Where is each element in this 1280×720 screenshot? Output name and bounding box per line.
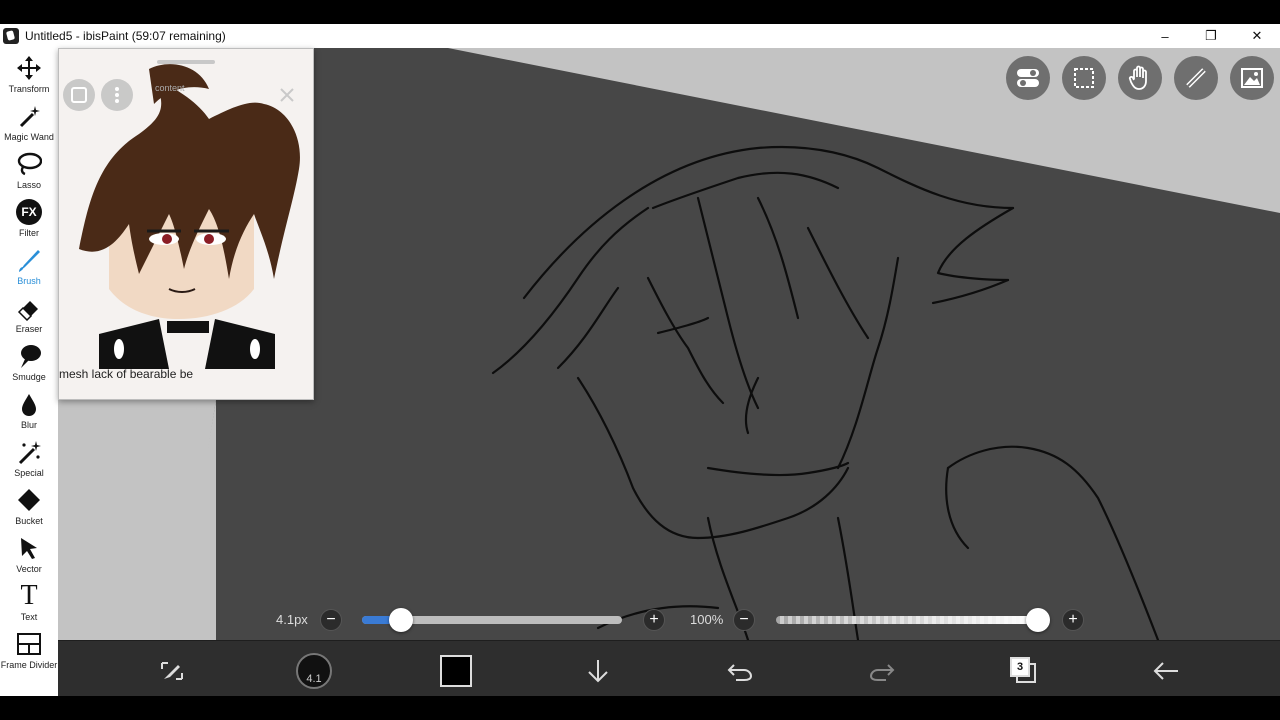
size-decrease-button[interactable]: −: [320, 609, 342, 631]
opacity-label: 100%: [690, 612, 724, 627]
maximize-button[interactable]: ❐: [1188, 24, 1234, 48]
tool-label: Magic Wand: [4, 132, 54, 142]
opacity-increase-button[interactable]: +: [1062, 609, 1084, 631]
layers-icon: 3: [1010, 657, 1038, 685]
tool-label: Filter: [19, 228, 39, 238]
close-icon: [280, 88, 294, 102]
window-title: Untitled5 - ibisPaint (59:07 remaining): [25, 29, 226, 43]
reference-image-button[interactable]: [1230, 56, 1274, 100]
reference-window[interactable]: content mesh lack of bearable be: [58, 48, 314, 400]
close-button[interactable]: ✕: [1234, 24, 1280, 48]
reference-menu-button[interactable]: [101, 79, 133, 111]
ruler-button[interactable]: [1174, 56, 1218, 100]
tool-special[interactable]: Special: [0, 432, 58, 480]
tool-smudge[interactable]: Smudge: [0, 336, 58, 384]
tool-lasso[interactable]: Lasso: [0, 144, 58, 192]
letterbox-top: [0, 0, 1280, 24]
tool-sidebar: Transform Magic Wand Lasso FX Filter Bru…: [0, 48, 58, 696]
layers-button[interactable]: 3: [1006, 653, 1042, 689]
more-vertical-icon: [115, 87, 119, 103]
tool-bucket[interactable]: Bucket: [0, 480, 58, 528]
brush-swap-icon: [161, 662, 183, 680]
tool-label: Bucket: [15, 516, 43, 526]
toggle-settings-button[interactable]: [1006, 56, 1050, 100]
text-icon: T: [14, 581, 44, 611]
layer-count-badge: 3: [1010, 657, 1030, 677]
lasso-icon: [14, 149, 44, 179]
image-icon: [1241, 68, 1263, 88]
square-icon: [71, 87, 87, 103]
tool-label: Eraser: [15, 324, 43, 334]
tool-brush[interactable]: Brush: [0, 240, 58, 288]
blur-drop-icon: [14, 389, 44, 419]
opacity-slider-track[interactable]: [776, 616, 1038, 624]
selection-button[interactable]: [1062, 56, 1106, 100]
opacity-slider-thumb[interactable]: [1026, 608, 1050, 632]
color-button[interactable]: [438, 653, 474, 689]
special-wand-icon: [14, 437, 44, 467]
tool-label: Frame Divider: [0, 660, 58, 670]
fx-icon: FX: [14, 197, 44, 227]
brush-size-badge: 4.1: [296, 653, 332, 689]
layer-down-button[interactable]: [580, 653, 616, 689]
bottom-toolbar: 4.1 3: [58, 640, 1280, 696]
brush-size-label: 4.1px: [276, 612, 308, 627]
opacity-decrease-button[interactable]: −: [733, 609, 755, 631]
back-button[interactable]: [1148, 653, 1184, 689]
tool-frame-divider[interactable]: Frame Divider: [0, 624, 58, 672]
tool-magic-wand[interactable]: Magic Wand: [0, 96, 58, 144]
title-bar: Untitled5 - ibisPaint (59:07 remaining) …: [0, 24, 1280, 48]
arrow-down-icon: [588, 660, 608, 683]
tool-filter[interactable]: FX Filter: [0, 192, 58, 240]
tool-label: Special: [14, 468, 44, 478]
text-glyph: T: [20, 580, 38, 611]
letterbox-bottom: [0, 696, 1280, 720]
redo-icon: [869, 664, 895, 681]
brush-icon: [14, 245, 44, 275]
tool-label: Transform: [8, 84, 50, 94]
tool-vector[interactable]: Vector: [0, 528, 58, 576]
brush-settings-button[interactable]: [154, 653, 190, 689]
tool-transform[interactable]: Transform: [0, 48, 58, 96]
fx-glyph: FX: [16, 199, 42, 225]
redo-button[interactable]: [864, 653, 900, 689]
tool-label: Vector: [16, 564, 42, 574]
ibispaint-app-icon: [3, 28, 19, 44]
tool-blur[interactable]: Blur: [0, 384, 58, 432]
minimize-button[interactable]: –: [1142, 24, 1188, 48]
ruler-icon: [1186, 68, 1206, 88]
arrow-left-icon: [1153, 662, 1178, 680]
vector-arrow-icon: [14, 533, 44, 563]
brush-size-button[interactable]: 4.1: [296, 653, 332, 689]
window-controls: – ❐ ✕: [1142, 24, 1280, 48]
move-icon: [14, 53, 44, 83]
tool-label: Text: [20, 612, 38, 622]
eraser-icon: [14, 293, 44, 323]
smudge-icon: [14, 341, 44, 371]
bucket-icon: [14, 485, 44, 515]
tool-label: Blur: [20, 420, 37, 430]
reference-caption: mesh lack of bearable be: [59, 367, 194, 381]
reference-close-button[interactable]: [271, 79, 303, 111]
hand-tool-button[interactable]: [1118, 56, 1162, 100]
size-increase-button[interactable]: +: [643, 609, 665, 631]
reference-content-label: content: [155, 83, 185, 93]
toggle-icon: [1017, 69, 1039, 87]
hand-icon: [1128, 65, 1147, 90]
size-slider-thumb[interactable]: [389, 608, 413, 632]
magic-wand-icon: [14, 101, 44, 131]
color-swatch: [440, 655, 472, 687]
undo-icon: [727, 664, 753, 681]
selection-icon: [1074, 68, 1094, 88]
tool-label: Brush: [17, 276, 41, 286]
tool-label: Smudge: [12, 372, 46, 382]
undo-button[interactable]: [722, 653, 758, 689]
quick-action-icons: [1006, 56, 1274, 100]
tool-label: Lasso: [16, 180, 42, 190]
reference-drag-handle[interactable]: [157, 60, 215, 64]
tool-eraser[interactable]: Eraser: [0, 288, 58, 336]
frame-divider-icon: [14, 629, 44, 659]
reference-toggle-button[interactable]: [63, 79, 95, 111]
tool-text[interactable]: T Text: [0, 576, 58, 624]
